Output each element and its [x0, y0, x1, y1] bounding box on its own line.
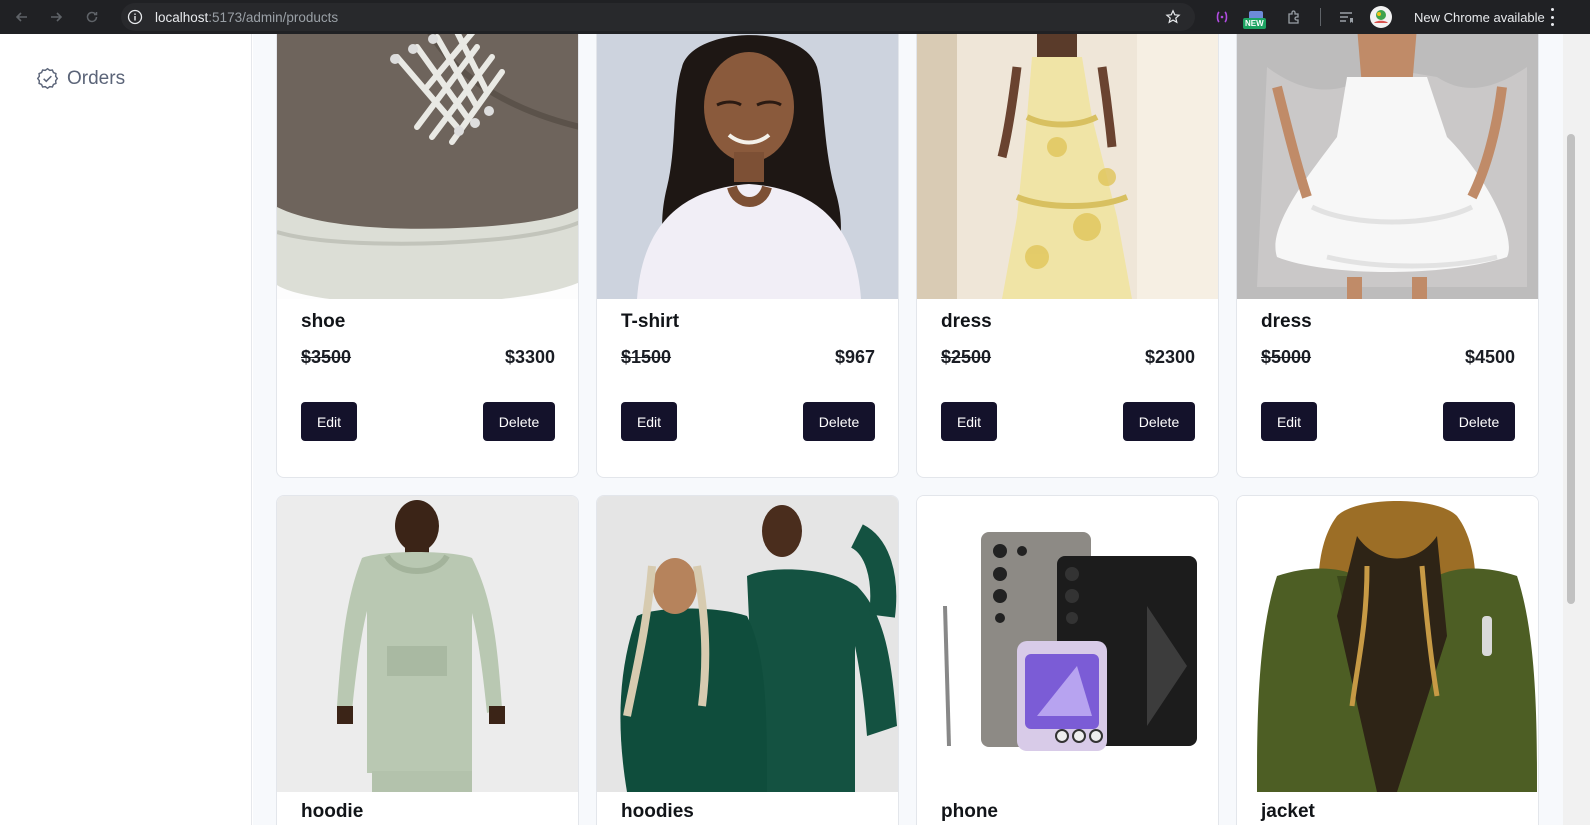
forward-button[interactable] [40, 0, 72, 34]
product-image [277, 34, 578, 299]
delete-button[interactable]: Delete [1123, 402, 1195, 441]
url-path: :5173/admin/products [208, 9, 339, 25]
product-card: hoodie [276, 495, 579, 825]
url-text: localhost:5173/admin/products [155, 10, 338, 25]
product-old-price: $2500 [941, 347, 992, 367]
chrome-update-text[interactable]: New Chrome available [1414, 0, 1545, 34]
product-name: dress [941, 311, 992, 332]
sidebar: Orders [0, 34, 252, 825]
reading-list-icon[interactable] [1336, 0, 1356, 34]
product-name: hoodies [621, 801, 694, 822]
site-info-icon[interactable] [127, 9, 143, 25]
reload-icon [86, 11, 98, 23]
edit-button[interactable]: Edit [1261, 402, 1317, 441]
edit-button[interactable]: Edit [621, 402, 677, 441]
product-name: hoodie [301, 801, 364, 822]
delete-button[interactable]: Delete [803, 402, 875, 441]
edit-button[interactable]: Edit [941, 402, 997, 441]
products-grid: shoe $3500 $3300 Edit Delete T-shirt $15… [253, 34, 1563, 825]
extensions-puzzle-icon[interactable] [1284, 0, 1304, 34]
reload-button[interactable] [76, 0, 108, 34]
product-name: jacket [1261, 801, 1315, 822]
product-image [597, 34, 898, 299]
arrow-right-icon [51, 12, 63, 22]
product-old-price: $1500 [621, 347, 672, 367]
product-price: $2300 [1144, 347, 1195, 367]
arrow-left-icon [15, 12, 27, 22]
product-price: $967 [834, 347, 875, 367]
product-image [1237, 34, 1538, 299]
product-price: $3300 [504, 347, 555, 367]
delete-button[interactable]: Delete [1443, 402, 1515, 441]
product-image [1237, 496, 1538, 792]
product-name: dress [1261, 311, 1312, 332]
bookmark-star-icon[interactable] [1165, 9, 1181, 25]
product-image [917, 34, 1218, 299]
product-card: phone [916, 495, 1219, 825]
back-button[interactable] [6, 0, 38, 34]
product-old-price: $3500 [301, 347, 352, 367]
product-image [277, 496, 578, 792]
product-card: jacket [1236, 495, 1539, 825]
badge-check-icon [36, 67, 59, 90]
edit-button[interactable]: Edit [301, 402, 357, 441]
product-name: T-shirt [621, 311, 680, 332]
delete-button[interactable]: Delete [483, 402, 555, 441]
product-price: $4500 [1464, 347, 1515, 367]
address-bar[interactable]: localhost:5173/admin/products [121, 3, 1195, 31]
product-old-price: $5000 [1261, 347, 1312, 367]
scrollbar-thumb[interactable] [1567, 134, 1575, 604]
product-card: shoe $3500 $3300 Edit Delete [276, 34, 579, 478]
extension-devtools-icon[interactable] [1212, 0, 1232, 34]
product-card: hoodies [596, 495, 899, 825]
chrome-menu-icon[interactable] [1548, 8, 1556, 26]
product-name: shoe [301, 311, 346, 332]
sidebar-item-orders[interactable]: Orders [36, 67, 125, 90]
page-scrollbar[interactable] [1563, 34, 1590, 825]
sidebar-item-label: Orders [67, 67, 126, 89]
product-card: dress $2500 $2300 Edit Delete [916, 34, 1219, 478]
profile-avatar[interactable] [1368, 0, 1394, 34]
browser-toolbar: localhost:5173/admin/products NEW New Ch… [0, 0, 1590, 34]
new-badge: NEW [1243, 18, 1266, 29]
product-name: phone [941, 801, 998, 822]
product-image [917, 496, 1218, 792]
url-host: localhost [155, 9, 209, 25]
product-card: dress $5000 $4500 Edit Delete [1236, 34, 1539, 478]
toolbar-divider [1318, 0, 1322, 34]
product-image [597, 496, 898, 792]
product-card: T-shirt $1500 $967 Edit Delete [596, 34, 899, 478]
